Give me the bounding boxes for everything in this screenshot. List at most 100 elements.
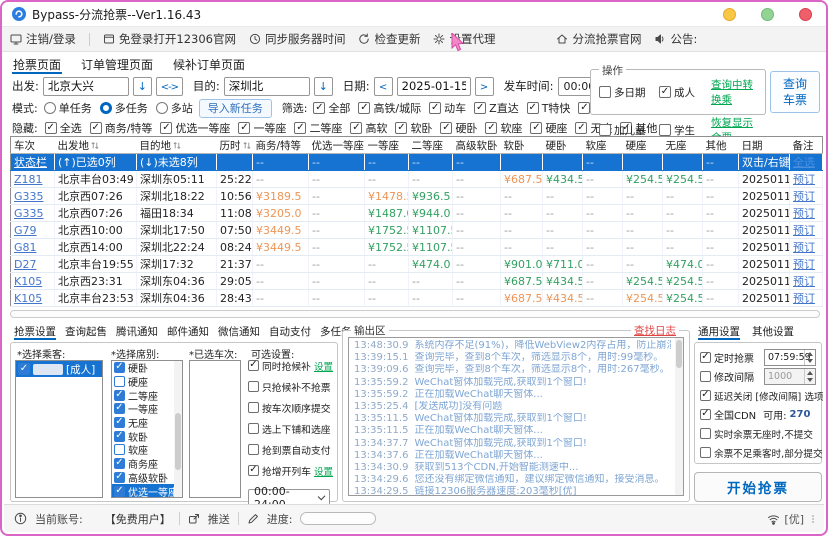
hide-checkbox[interactable]: 软卧 bbox=[395, 120, 432, 136]
seat-type-item[interactable]: 硬座 bbox=[112, 375, 182, 389]
close-button[interactable] bbox=[799, 8, 812, 21]
train-link[interactable]: G335 bbox=[14, 207, 44, 220]
seat-type-item[interactable]: 软座 bbox=[112, 443, 182, 457]
date-next-button[interactable]: > bbox=[475, 77, 494, 96]
table-row[interactable]: Z181北京丰台03:49深圳东05:1125:22----------¥687… bbox=[11, 171, 823, 188]
seat-checkbox[interactable] bbox=[114, 486, 125, 497]
interval-spinner[interactable]: 1000 bbox=[764, 368, 816, 385]
mode-radio[interactable]: 多站 bbox=[156, 100, 193, 116]
checkbox[interactable] bbox=[294, 122, 306, 134]
toolbar-item-monitor[interactable]: 注销/登录 bbox=[10, 31, 76, 47]
option-settings-link[interactable]: 设置 bbox=[314, 464, 333, 478]
toolbar-item-window[interactable]: 免登录打开12306官网 bbox=[103, 31, 236, 47]
grab-option[interactable]: 按车次顺序提交 bbox=[248, 400, 336, 415]
transfer-query-link[interactable]: 查询中转换乘 bbox=[711, 77, 761, 107]
seat-checkbox[interactable] bbox=[114, 376, 125, 387]
checkbox[interactable] bbox=[160, 122, 172, 134]
filter-checkbox[interactable]: T特快 bbox=[527, 100, 571, 116]
table-row[interactable]: G335北京西07:26深圳北18:2210:56¥3189.5--¥1478.… bbox=[11, 188, 823, 205]
table-row[interactable]: G79北京西10:00深圳北17:5007:50¥3449.5--¥1752.5… bbox=[11, 222, 823, 239]
seat-type-item[interactable]: 高级软卧 bbox=[112, 471, 182, 485]
seat-scrollbar[interactable] bbox=[174, 361, 182, 497]
checkbox[interactable] bbox=[313, 102, 325, 114]
passenger-item[interactable]: [成人] bbox=[16, 361, 102, 377]
train-link[interactable]: D27 bbox=[14, 258, 36, 271]
train-link[interactable]: Z181 bbox=[14, 173, 43, 186]
radio-button[interactable] bbox=[44, 102, 56, 114]
mode-radio[interactable]: 多任务 bbox=[100, 100, 148, 116]
checkbox[interactable] bbox=[599, 86, 611, 98]
toolbar-item-speaker[interactable]: 公告: bbox=[654, 31, 697, 47]
checkbox[interactable] bbox=[350, 122, 362, 134]
table-status-row[interactable]: 状态栏(↑)已选0列(↓)未选8列--------------双击/右键全选 bbox=[11, 154, 823, 171]
settings-tab[interactable]: 查询起售 bbox=[65, 324, 107, 340]
seat-type-item[interactable]: 软卧 bbox=[112, 429, 182, 443]
column-header-硬卧[interactable]: 硬卧 bbox=[543, 137, 583, 154]
radio-button[interactable] bbox=[100, 102, 112, 114]
page-tab[interactable]: 订单管理页面 bbox=[80, 55, 154, 74]
filter-checkbox[interactable]: 全部 bbox=[313, 100, 350, 116]
from-input[interactable] bbox=[43, 77, 129, 96]
table-row[interactable]: D27北京丰台19:55深圳17:3221:37------¥474.0--¥9… bbox=[11, 256, 823, 273]
seat-checkbox[interactable] bbox=[114, 444, 125, 455]
page-tab[interactable]: 抢票页面 bbox=[12, 55, 62, 74]
push-label[interactable]: 推送 bbox=[208, 511, 230, 527]
checkbox[interactable] bbox=[429, 102, 441, 114]
seat-type-item[interactable]: 一等座 bbox=[112, 402, 182, 416]
checkbox[interactable] bbox=[238, 122, 250, 134]
passenger-listbox[interactable]: [成人] bbox=[15, 360, 103, 498]
seat-checkbox[interactable] bbox=[114, 458, 125, 469]
table-row[interactable]: G81北京西14:00深圳北22:2408:24¥3449.5--¥1752.5… bbox=[11, 239, 823, 256]
seat-checkbox[interactable] bbox=[114, 403, 125, 414]
output-log[interactable]: 13:48:30.9系统内存不足(91%)，降低WebView2内存占用，防止崩… bbox=[348, 337, 684, 496]
ops-checkbox[interactable]: 成人 bbox=[659, 85, 711, 100]
ops-checkbox[interactable]: 多日期 bbox=[599, 85, 659, 100]
hide-checkbox[interactable]: 全选 bbox=[45, 120, 82, 136]
grab-option[interactable]: 只抢候补不抢票 bbox=[248, 379, 336, 394]
checkbox[interactable] bbox=[659, 124, 671, 136]
column-header-车次[interactable]: 车次 bbox=[11, 137, 55, 154]
toolbar-item-clock[interactable]: 同步服务器时间 bbox=[249, 31, 346, 47]
option-checkbox[interactable] bbox=[248, 423, 259, 434]
hide-checkbox[interactable]: 一等座 bbox=[238, 120, 286, 136]
date-input[interactable] bbox=[397, 77, 471, 96]
filter-checkbox[interactable]: Z直达 bbox=[474, 100, 519, 116]
page-tab[interactable]: 候补订单页面 bbox=[172, 55, 246, 74]
hide-checkbox[interactable]: 硬座 bbox=[530, 120, 567, 136]
book-link[interactable]: 预订 bbox=[793, 224, 815, 237]
no-seat-checkbox[interactable] bbox=[700, 428, 711, 439]
seat-checkbox[interactable] bbox=[114, 390, 125, 401]
seat-type-item[interactable]: 优选一等座 bbox=[112, 484, 182, 498]
checkbox[interactable] bbox=[440, 122, 452, 134]
checkbox[interactable] bbox=[599, 124, 611, 136]
column-header-软卧[interactable]: 软卧 bbox=[501, 137, 543, 154]
train-link[interactable]: G81 bbox=[14, 241, 37, 254]
seat-checkbox[interactable] bbox=[114, 362, 125, 373]
spinner-arrows-icon[interactable] bbox=[804, 350, 815, 365]
checkbox[interactable] bbox=[358, 102, 370, 114]
option-checkbox[interactable] bbox=[248, 360, 259, 371]
hide-checkbox[interactable]: 优选一等座 bbox=[160, 120, 230, 136]
swap-stations-button[interactable]: <-> bbox=[156, 77, 183, 96]
train-link[interactable]: K105 bbox=[14, 275, 42, 288]
settings-tab[interactable]: 腾讯通知 bbox=[116, 324, 158, 340]
settings-tab[interactable]: 自动支付 bbox=[269, 324, 311, 340]
seat-type-listbox[interactable]: 硬卧硬座二等座一等座无座软卧软座商务座高级软卧优选一等座 bbox=[111, 360, 183, 498]
general-settings-tab[interactable]: 其他设置 bbox=[752, 324, 794, 340]
grab-option[interactable]: 同时抢候补设置 bbox=[248, 358, 336, 373]
checkbox[interactable] bbox=[530, 122, 542, 134]
toolbar-item-gear[interactable]: 设置代理 bbox=[433, 31, 495, 47]
book-link[interactable]: 预订 bbox=[793, 292, 815, 305]
seat-checkbox[interactable] bbox=[114, 431, 125, 442]
train-link[interactable]: G335 bbox=[14, 190, 44, 203]
column-header-商务/特等[interactable]: 商务/特等 bbox=[253, 137, 309, 154]
settings-tab[interactable]: 微信通知 bbox=[218, 324, 260, 340]
column-header-优选一等座[interactable]: 优选一等座 bbox=[309, 137, 365, 154]
query-tickets-button[interactable]: 查询车票 bbox=[770, 71, 820, 113]
column-header-出发地[interactable]: 出发地 bbox=[55, 137, 137, 154]
date-prev-button[interactable]: < bbox=[374, 77, 393, 96]
option-checkbox[interactable] bbox=[248, 465, 259, 476]
toolbar-item-home[interactable]: 分流抢票官网 bbox=[556, 31, 641, 47]
book-link[interactable]: 预订 bbox=[793, 190, 815, 203]
option-checkbox[interactable] bbox=[248, 444, 259, 455]
